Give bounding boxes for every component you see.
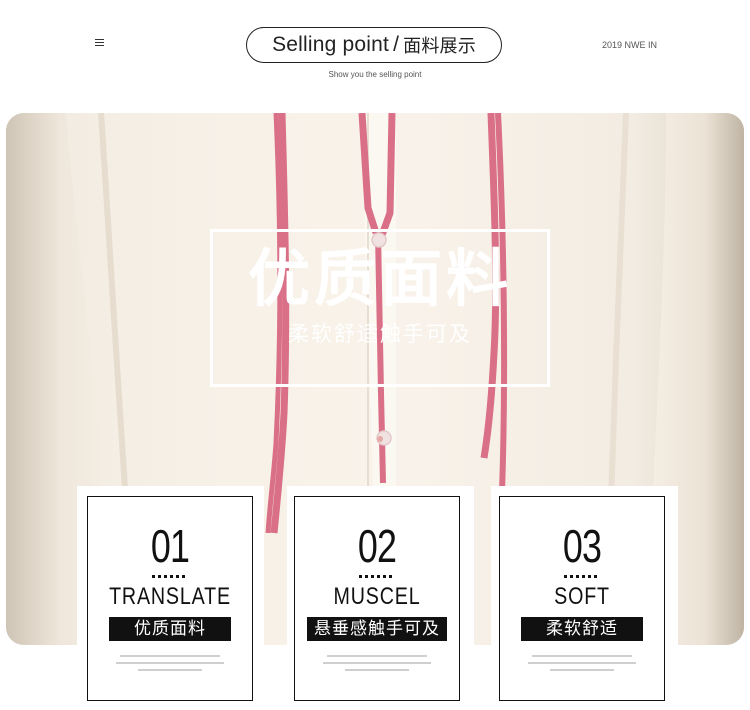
card-number: 02 (357, 520, 397, 572)
year-tag: 2019 NWE IN (602, 40, 658, 50)
fine-print-lines (115, 655, 225, 671)
card-number: 03 (562, 520, 602, 572)
card-chinese-label: 优质面料 (109, 617, 231, 641)
fine-print-lines (322, 655, 432, 671)
section-title-chinese: 面料展示 (403, 36, 476, 56)
feature-card-1: 01 TRANSLATE 优质面料 (87, 496, 253, 701)
card-chinese-label: 柔软舒适 (521, 617, 643, 641)
section-subtitle: Show you the selling point (328, 70, 422, 79)
section-title-english: Selling point (272, 33, 390, 56)
feature-subtitle: 柔软舒适触手可及 (288, 322, 472, 346)
feature-title: 优质面料 (247, 242, 512, 315)
dot-divider (152, 575, 188, 578)
fine-print-lines (527, 655, 637, 671)
card-english-label: TRANSLATE (109, 583, 231, 610)
dot-divider (359, 575, 395, 578)
card-english-label: MUSCEL (333, 583, 421, 610)
feature-card-2: 02 MUSCEL 悬垂感触手可及 (294, 496, 460, 701)
feature-card-3: 03 SOFT 柔软舒适 (499, 496, 665, 701)
section-title: Selling point / 面料展示 (246, 27, 502, 63)
card-chinese-label: 悬垂感触手可及 (307, 617, 447, 641)
dot-divider (564, 575, 600, 578)
card-english-label: SOFT (554, 583, 610, 610)
hamburger-menu-icon[interactable] (95, 39, 104, 46)
title-separator: / (393, 33, 400, 56)
feature-highlight-box: 优质面料 柔软舒适触手可及 (210, 229, 550, 387)
card-number: 01 (150, 520, 190, 572)
